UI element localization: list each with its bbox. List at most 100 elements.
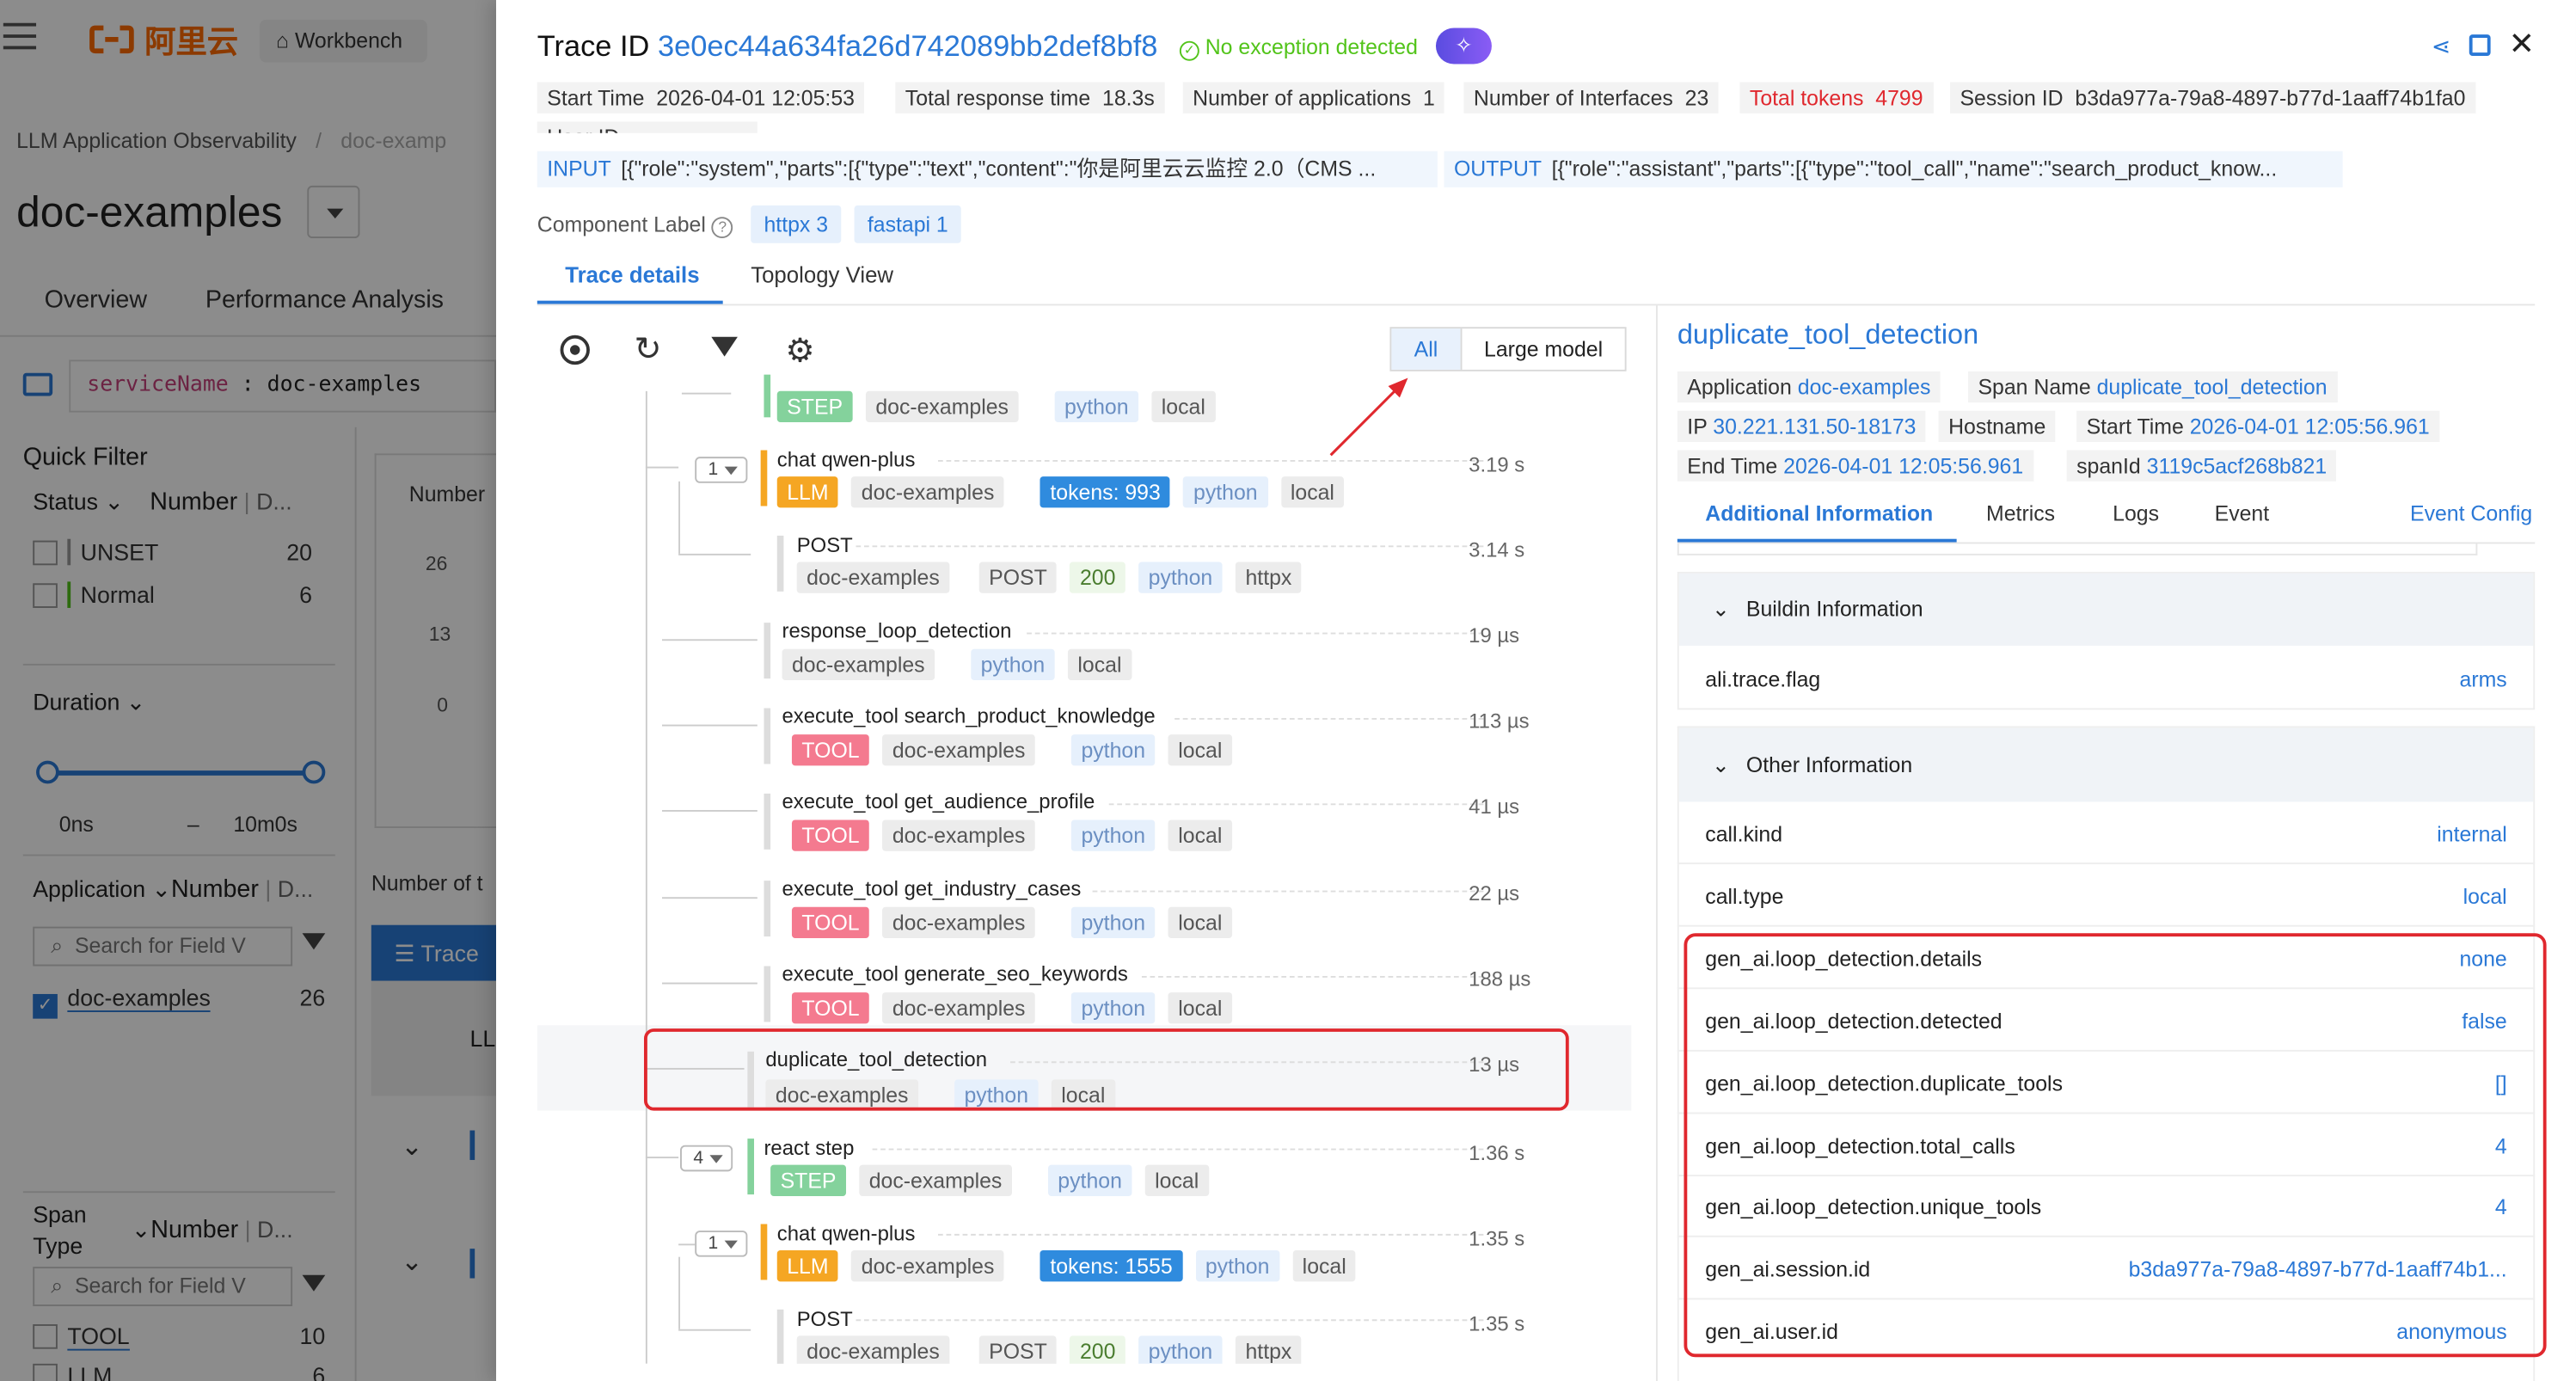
span-count-toggle[interactable]: 1 xyxy=(695,1231,748,1257)
settings-gear-icon[interactable]: ⚙ xyxy=(785,330,814,371)
row-dash xyxy=(1175,717,1484,720)
meta-start-time: Start Time 2026-04-01 12:05:53 xyxy=(537,82,865,114)
modal-overlay[interactable] xyxy=(0,0,497,1381)
span-count-toggle[interactable]: 4 xyxy=(680,1145,733,1172)
attribute-row: call.kind internal xyxy=(1677,801,2536,865)
component-tag-httpx[interactable]: httpx 3 xyxy=(751,205,842,243)
row-dash xyxy=(938,1233,1484,1236)
row-dash xyxy=(872,1148,1484,1151)
output-preview[interactable]: OUTPUT [{"role":"assistant","parts":[{"ty… xyxy=(1444,150,2343,187)
tree-stub xyxy=(681,391,732,395)
span-duration: 1.35 s xyxy=(1469,1312,1525,1336)
span-tree xyxy=(537,390,1635,1364)
span-name: POST xyxy=(796,1307,853,1331)
filter-all-button[interactable]: All xyxy=(1391,328,1461,370)
info-application: Application doc-examples xyxy=(1677,371,1941,403)
row-dash xyxy=(1092,890,1484,893)
exception-status: ✓ No exception detected xyxy=(1179,34,1418,61)
span-duration: 3.19 s xyxy=(1469,453,1525,477)
span-duration: 22 µs xyxy=(1469,882,1520,905)
refresh-icon[interactable]: ↻ xyxy=(635,328,662,370)
row-dash xyxy=(856,545,1484,548)
tree-line xyxy=(662,897,757,899)
other-section-header[interactable]: ⌄ Other Information xyxy=(1678,727,2534,802)
span-duration: 1.36 s xyxy=(1469,1141,1525,1165)
tree-line xyxy=(645,1157,679,1159)
span-name: POST xyxy=(796,533,853,557)
span-duration: 19 µs xyxy=(1469,624,1520,648)
locate-icon[interactable] xyxy=(560,335,590,365)
tabs-divider xyxy=(537,304,2536,306)
row-dash xyxy=(1141,975,1484,978)
span-name: execute_tool get_industry_cases xyxy=(782,877,1082,901)
tree-line xyxy=(678,553,751,555)
meta-user-id-clipped: User ID xyxy=(537,121,757,133)
pane-divider xyxy=(1655,305,1658,1381)
tree-line xyxy=(645,466,679,469)
row-dash xyxy=(1108,803,1484,806)
tab-event[interactable]: Event xyxy=(2215,501,2270,526)
span-duration: 1.35 s xyxy=(1469,1227,1525,1251)
tab-logs[interactable]: Logs xyxy=(2113,501,2159,526)
tree-line xyxy=(645,390,647,1364)
share-icon[interactable]: ⋖ xyxy=(2432,33,2450,60)
span-kind-tag: TOOL xyxy=(791,819,870,851)
chevron-down-icon: ⌄ xyxy=(1711,596,1730,622)
span-kind-tag: LLM xyxy=(776,1250,839,1282)
trace-id[interactable]: 3e0ec44a634fa26d742089bb2def8bf8 xyxy=(658,29,1157,62)
meta-session-id[interactable]: Session ID b3da977a-79a8-4897-b77d-1aaff… xyxy=(1950,82,2475,114)
span-kind-tag: STEP xyxy=(776,390,853,423)
span-name: react step xyxy=(764,1137,855,1160)
meta-total-response-time: Total response time 18.3s xyxy=(895,82,1165,114)
span-filter-toggle: All Large model xyxy=(1389,327,1627,371)
tab-topology-view[interactable]: Topology View xyxy=(751,263,893,288)
tree-line xyxy=(678,481,681,554)
component-tag-fastapi[interactable]: fastapi 1 xyxy=(854,205,962,243)
close-icon[interactable]: ✕ xyxy=(2509,27,2535,64)
info-end-time: End Time 2026-04-01 12:05:56.961 xyxy=(1677,450,2033,482)
tree-line xyxy=(662,809,757,812)
filter-funnel-icon[interactable] xyxy=(711,336,738,357)
attribute-row: call.type local xyxy=(1677,864,2536,927)
tab-metrics[interactable]: Metrics xyxy=(1986,501,2055,526)
info-hostname: Hostname xyxy=(1938,410,2056,442)
span-kind-tag: TOOL xyxy=(791,992,870,1024)
tree-line xyxy=(678,1256,681,1329)
tree-line xyxy=(678,1329,751,1331)
span-name: execute_tool get_audience_profile xyxy=(782,790,1095,813)
component-label: Component Label ? xyxy=(537,212,733,239)
open-new-window-icon[interactable] xyxy=(2469,34,2491,56)
span-kind-tag: TOOL xyxy=(791,906,870,939)
check-circle-icon: ✓ xyxy=(1179,40,1199,61)
highlight-box-attributes xyxy=(1684,933,2547,1358)
highlight-box-span xyxy=(643,1028,1569,1111)
event-config-link[interactable]: Event Config xyxy=(2410,501,2532,526)
meta-number-of-applications: Number of applications 1 xyxy=(1182,82,1445,114)
info-span-id: spanId 3119c5acf268b821 xyxy=(2066,450,2337,482)
span-kind-tag: TOOL xyxy=(791,734,870,766)
span-duration: 113 µs xyxy=(1469,709,1530,733)
buildin-section-header[interactable]: ⌄ Buildin Information xyxy=(1678,573,2534,646)
tree-line xyxy=(678,1243,696,1246)
chevron-down-icon: ⌄ xyxy=(1711,752,1730,777)
input-preview[interactable]: INPUT [{"role":"system","parts":[{"type":… xyxy=(537,150,1438,187)
row-dash xyxy=(1027,632,1484,635)
span-detail-title: duplicate_tool_detection xyxy=(1677,318,1979,350)
filter-large-model-button[interactable]: Large model xyxy=(1460,328,1625,370)
tab-trace-details[interactable]: Trace details xyxy=(565,263,699,288)
detail-tab-underline xyxy=(1677,538,1957,543)
row-dash xyxy=(856,1319,1484,1322)
span-name: response_loop_detection xyxy=(782,619,1012,643)
span-count-toggle[interactable]: 1 xyxy=(695,457,748,483)
tree-line xyxy=(662,639,757,641)
tree-line xyxy=(662,724,757,727)
bottom-fade xyxy=(537,1363,1655,1381)
info-start-time: Start Time 2026-04-01 12:05:56.961 xyxy=(2076,410,2440,442)
info-ip: IP 30.221.131.50-18173 xyxy=(1677,410,1926,442)
ai-assistant-icon[interactable]: ✧ xyxy=(1435,28,1492,64)
span-duration: 188 µs xyxy=(1469,967,1531,991)
tab-additional-information[interactable]: Additional Information xyxy=(1705,501,1933,526)
drawer-title: Trace ID 3e0ec44a634fa26d742089bb2def8bf… xyxy=(537,29,1158,63)
help-icon[interactable]: ? xyxy=(711,217,733,239)
tab-active-underline xyxy=(537,300,723,304)
